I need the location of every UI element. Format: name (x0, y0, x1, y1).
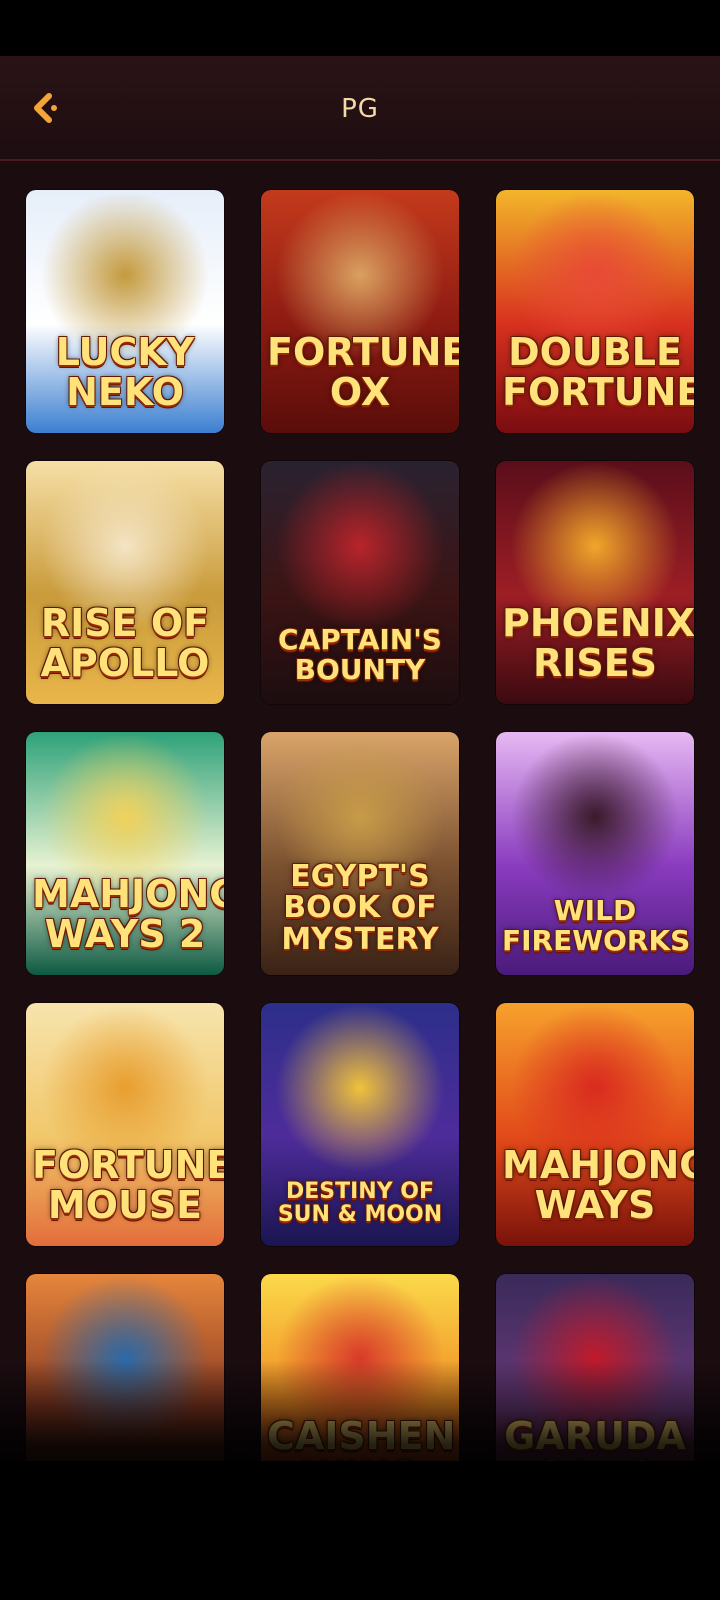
status-bar (0, 0, 720, 56)
game-tile[interactable]: FORTUNE OX (261, 190, 459, 433)
game-tile[interactable]: DOUBLE FORTUNE (496, 190, 694, 433)
game-tile[interactable]: RISE OF APOLLO (26, 461, 224, 704)
game-tile[interactable]: MAHJONG WAYS 2 (26, 732, 224, 975)
game-title: LUCKY NEKO (55, 330, 195, 415)
top-bar: PG (0, 56, 720, 161)
game-title: DOUBLE FORTUNE (502, 330, 694, 415)
game-tile[interactable]: PHOENIX RISES (496, 461, 694, 704)
game-tile[interactable]: LUCKY NEKO (26, 190, 224, 433)
game-tile[interactable]: CAPTAIN'S BOUNTY (261, 461, 459, 704)
game-title: WILD FIREWORKS (502, 894, 691, 957)
game-tile[interactable]: DESTINY OF SUN & MOON (261, 1003, 459, 1246)
game-tile[interactable]: EGYPT'S BOOK OF MYSTERY (261, 732, 459, 975)
game-list[interactable]: LUCKY NEKO FORTUNE OX DOUBLE FORTUNE RISE O… (0, 161, 720, 1461)
game-tile[interactable]: MAHJONG WAYS (496, 1003, 694, 1246)
game-tile[interactable]: WILD FIREWORKS (496, 732, 694, 975)
page-title: PG (341, 94, 379, 124)
game-title: MAHJONG WAYS 2 (32, 872, 224, 957)
game-title: DESTINY OF SUN & MOON (277, 1178, 443, 1227)
game-tile[interactable]: FORTUNE MOUSE (26, 1003, 224, 1246)
bottom-fade (0, 1360, 720, 1600)
game-title: EGYPT'S BOOK OF MYSTERY (281, 858, 439, 957)
game-title: FORTUNE MOUSE (32, 1143, 224, 1228)
game-title: RISE OF APOLLO (40, 601, 210, 686)
game-title: FORTUNE OX (267, 330, 459, 415)
game-title: MAHJONG WAYS (502, 1143, 694, 1228)
game-title: PHOENIX RISES (502, 601, 694, 686)
game-title: CAPTAIN'S BOUNTY (278, 623, 442, 686)
